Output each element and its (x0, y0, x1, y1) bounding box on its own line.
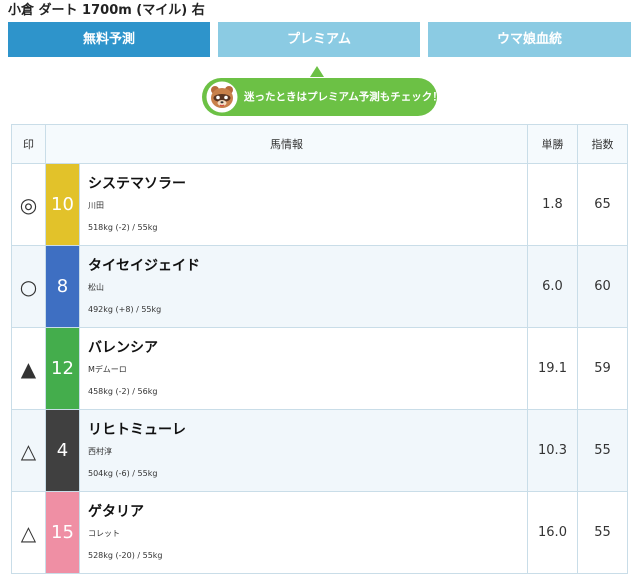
jockey-name: 西村淳 (88, 447, 112, 456)
horse-weight: 528kg (-20) / 55kg (88, 551, 163, 560)
win-odds: 1.8 (527, 163, 578, 246)
column-header-index: 指数 (577, 124, 628, 164)
tab-bar: 無料予測 プレミアム ウマ娘血統 (8, 22, 631, 57)
horse-name[interactable]: ゲタリア (88, 501, 144, 521)
jockey-name: Mデムーロ (88, 365, 127, 374)
race-prediction-table: 印 馬情報 単勝 指数 ◎ 10 システマソラー川田 518kg (-2) / 55k… (11, 124, 628, 574)
horse-number-badge: 8 (45, 245, 80, 328)
prediction-mark: ◎ (11, 163, 46, 246)
prediction-index: 55 (577, 409, 628, 492)
horse-weight: 458kg (-2) / 56kg (88, 387, 158, 396)
table-row[interactable]: △ 4 リヒトミューレ西村淳 504kg (-6) / 55kg 10.3 55 (11, 409, 628, 492)
tab-premium[interactable]: プレミアム (218, 22, 420, 57)
horse-name[interactable]: リヒトミューレ (88, 419, 186, 439)
premium-promo-button[interactable]: 迷ったときはプレミアム予測もチェック！ (202, 78, 443, 116)
table-row[interactable]: ◎ 10 システマソラー川田 518kg (-2) / 55kg 1.8 65 (11, 163, 628, 246)
prediction-mark: △ (11, 409, 46, 492)
horse-info-cell: リヒトミューレ西村淳 504kg (-6) / 55kg (79, 409, 528, 492)
horse-info-cell: タイセイジェイド松山 492kg (+8) / 55kg (79, 245, 528, 328)
win-odds: 16.0 (527, 491, 578, 574)
win-odds: 6.0 (527, 245, 578, 328)
horse-name[interactable]: タイセイジェイド (88, 255, 200, 275)
column-header-mark: 印 (11, 124, 46, 164)
horse-info-cell: ゲタリアコレット 528kg (-20) / 55kg (79, 491, 528, 574)
prediction-index: 60 (577, 245, 628, 328)
horse-weight: 518kg (-2) / 55kg (88, 223, 158, 232)
table-row[interactable]: ▲ 12 バレンシア Mデムーロ 458kg (-2) / 56kg 19.1 59 (11, 327, 628, 410)
tab-free-prediction[interactable]: 無料予測 (8, 22, 210, 57)
horse-info-cell: バレンシア Mデムーロ 458kg (-2) / 56kg (79, 327, 528, 410)
horse-name[interactable]: システマソラー (88, 173, 186, 193)
promo-pointer-arrow (310, 66, 324, 77)
tab-umamusume-bloodline[interactable]: ウマ娘血統 (428, 22, 631, 57)
column-header-win-odds: 単勝 (527, 124, 578, 164)
jockey-name: 松山 (88, 283, 104, 292)
horse-number-badge: 12 (45, 327, 80, 410)
prediction-index: 65 (577, 163, 628, 246)
horse-weight: 504kg (-6) / 55kg (88, 469, 158, 478)
horse-info-cell: システマソラー川田 518kg (-2) / 55kg (79, 163, 528, 246)
prediction-mark: ○ (11, 245, 46, 328)
prediction-mark: ▲ (11, 327, 46, 410)
horse-name[interactable]: バレンシア (88, 337, 158, 357)
horse-weight: 492kg (+8) / 55kg (88, 305, 162, 314)
win-odds: 10.3 (527, 409, 578, 492)
table-row[interactable]: △ 15 ゲタリアコレット 528kg (-20) / 55kg 16.0 55 (11, 491, 628, 574)
race-title: 小倉 ダート 1700m (マイル) 右 (8, 3, 205, 18)
horse-number-badge: 15 (45, 491, 80, 574)
horse-number-badge: 4 (45, 409, 80, 492)
jockey-name: コレット (88, 529, 120, 538)
promo-text: 迷ったときはプレミアム予測もチェック！ (244, 91, 443, 103)
win-odds: 19.1 (527, 327, 578, 410)
prediction-index: 59 (577, 327, 628, 410)
table-header-row: 印 馬情報 単勝 指数 (11, 124, 628, 164)
horse-number-badge: 10 (45, 163, 80, 246)
column-header-horse-info: 馬情報 (45, 124, 528, 164)
table-row[interactable]: ○ 8 タイセイジェイド松山 492kg (+8) / 55kg 6.0 60 (11, 245, 628, 328)
prediction-index: 55 (577, 491, 628, 574)
table-body: ◎ 10 システマソラー 川田 518kg (-2) / 55kg 1.8 65 ○ 8 タイセイ… (11, 163, 628, 574)
jockey-name: 川田 (88, 201, 104, 210)
prediction-mark: △ (11, 491, 46, 574)
raccoon-dog-face-icon (206, 81, 238, 113)
